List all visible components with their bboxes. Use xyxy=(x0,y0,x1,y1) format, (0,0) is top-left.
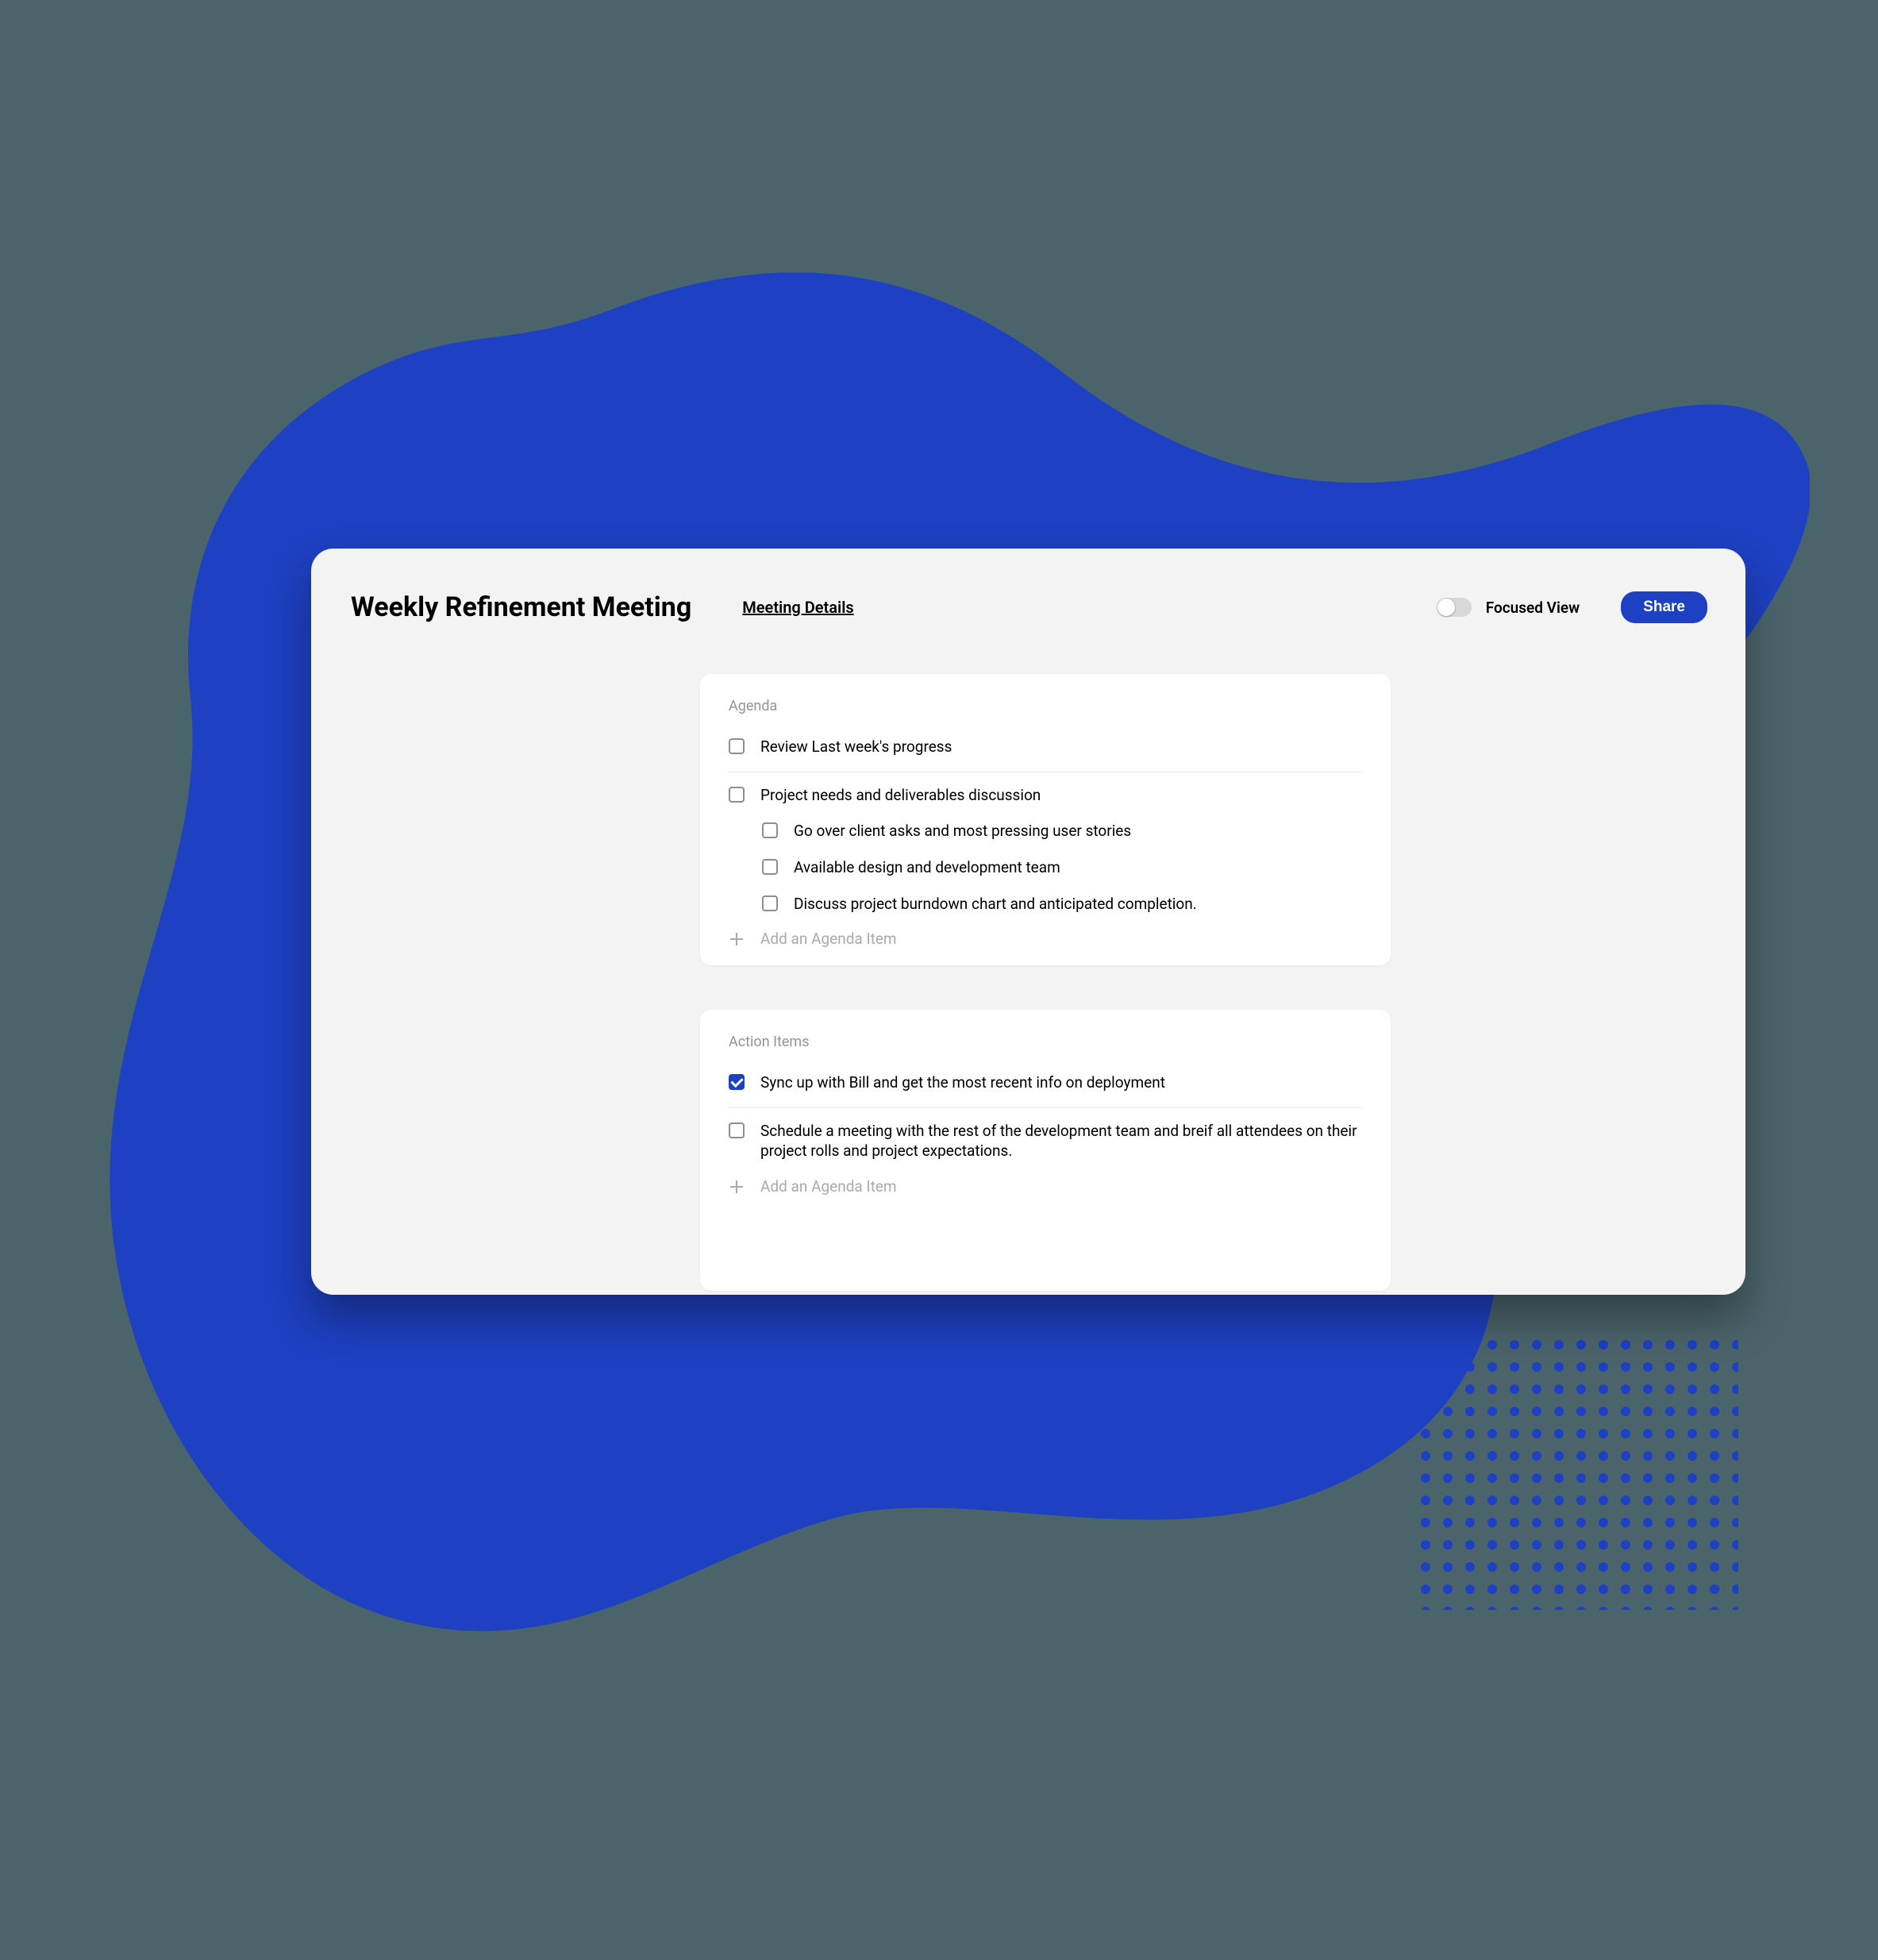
agenda-item-text[interactable]: Review Last week's progress xyxy=(760,737,952,757)
toggle-knob xyxy=(1437,599,1455,616)
checkbox-icon[interactable] xyxy=(762,859,778,875)
share-button[interactable]: Share xyxy=(1621,591,1707,623)
agenda-subitem-text[interactable]: Go over client asks and most pressing us… xyxy=(794,821,1131,841)
card-header: Weekly Refinement Meeting Meeting Detail… xyxy=(351,583,1707,631)
divider xyxy=(729,1107,1362,1108)
focused-view-label: Focused View xyxy=(1486,599,1580,617)
add-agenda-label: Add an Agenda Item xyxy=(760,930,897,948)
agenda-subitem: Available design and development team xyxy=(729,849,1362,886)
action-item-text[interactable]: Schedule a meeting with the rest of the … xyxy=(760,1121,1362,1161)
agenda-panel: Agenda Review Last week's progress Proje… xyxy=(700,674,1391,965)
checkbox-icon[interactable] xyxy=(729,738,745,754)
plus-icon xyxy=(729,931,745,947)
action-items-panel: Action Items Sync up with Bill and get t… xyxy=(700,1010,1391,1291)
agenda-item-text[interactable]: Project needs and deliverables discussio… xyxy=(760,785,1041,806)
toggle-track xyxy=(1437,598,1472,617)
focused-view-toggle[interactable]: Focused View xyxy=(1437,598,1580,617)
plus-icon xyxy=(729,1179,745,1195)
action-items-heading: Action Items xyxy=(729,1034,1362,1050)
agenda-subitem: Go over client asks and most pressing us… xyxy=(729,813,1362,849)
agenda-subitem-text[interactable]: Available design and development team xyxy=(794,857,1060,878)
add-agenda-item[interactable]: Add an Agenda Item xyxy=(729,922,1362,948)
meeting-title: Weekly Refinement Meeting xyxy=(351,591,691,623)
agenda-subitem-text[interactable]: Discuss project burndown chart and antic… xyxy=(794,894,1197,915)
agenda-item: Review Last week's progress xyxy=(729,729,1362,765)
checkbox-icon[interactable] xyxy=(729,787,745,803)
action-item: Schedule a meeting with the rest of the … xyxy=(729,1113,1362,1169)
checkbox-icon[interactable] xyxy=(729,1122,745,1138)
add-action-item[interactable]: Add an Agenda Item xyxy=(729,1169,1362,1196)
meeting-card: Weekly Refinement Meeting Meeting Detail… xyxy=(311,549,1745,1295)
checkbox-icon[interactable] xyxy=(762,895,778,911)
agenda-item: Project needs and deliverables discussio… xyxy=(729,777,1362,814)
meeting-subtitle-link[interactable]: Meeting Details xyxy=(742,598,853,617)
checkbox-icon[interactable] xyxy=(762,822,778,838)
agenda-heading: Agenda xyxy=(729,698,1362,714)
action-item-text[interactable]: Sync up with Bill and get the most recen… xyxy=(760,1072,1165,1093)
add-action-label: Add an Agenda Item xyxy=(760,1177,897,1196)
checkbox-icon[interactable] xyxy=(729,1074,745,1090)
decorative-dotgrid xyxy=(1421,1340,1738,1610)
agenda-subitem: Discuss project burndown chart and antic… xyxy=(729,886,1362,922)
action-item: Sync up with Bill and get the most recen… xyxy=(729,1065,1362,1101)
